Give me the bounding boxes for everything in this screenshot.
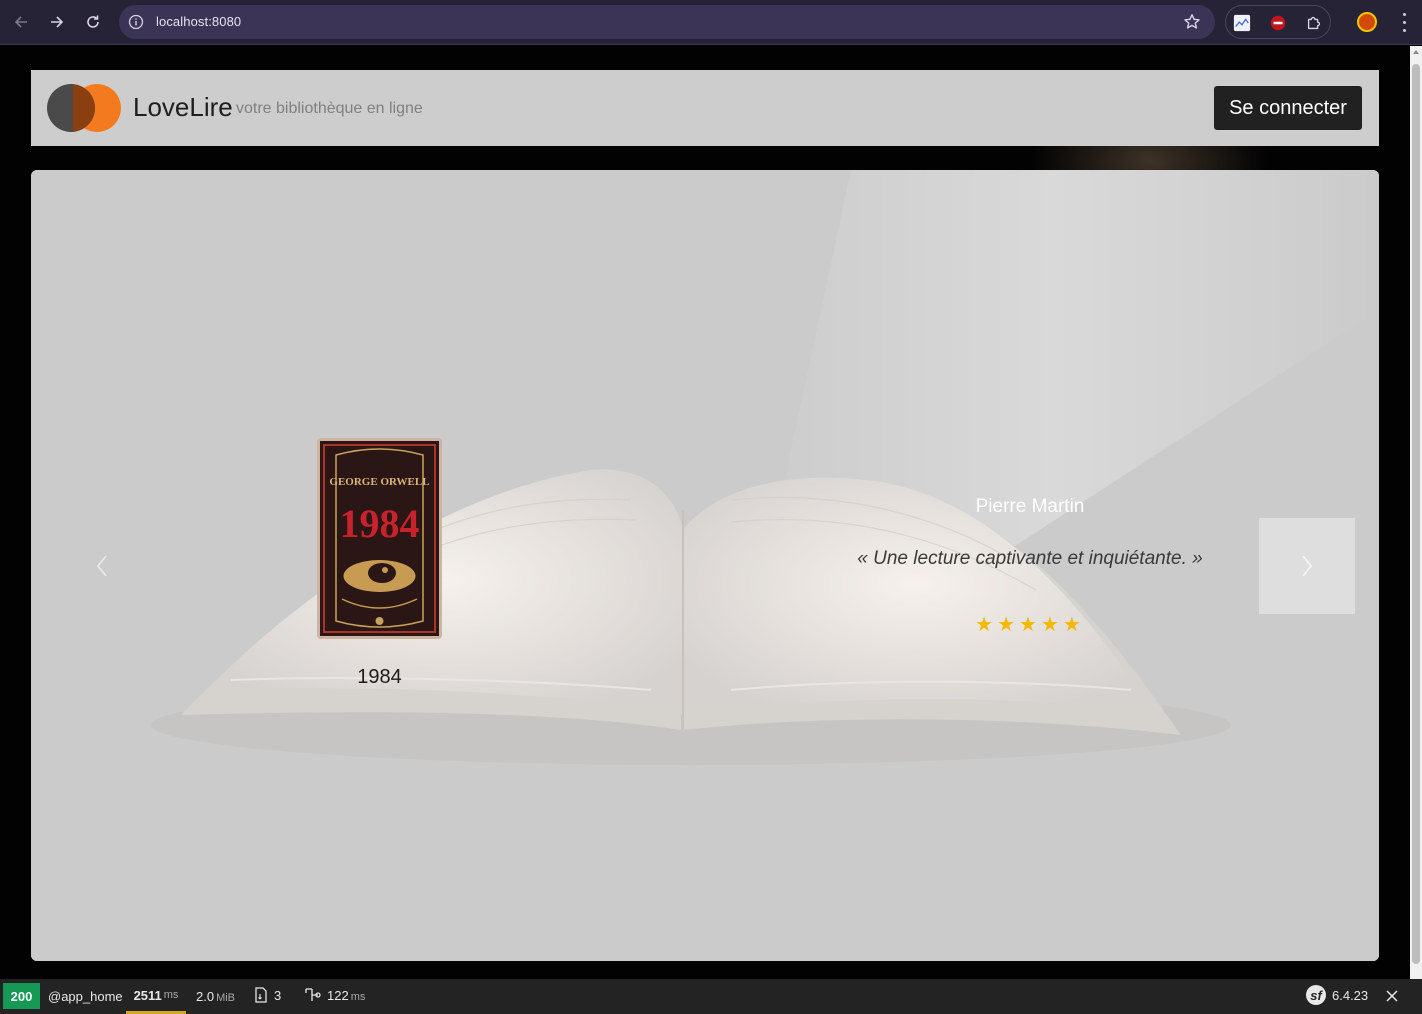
- url-text[interactable]: localhost:8080: [156, 14, 241, 29]
- symfony-debug-toolbar: 200 @app_home 2511 ms 2.0 MiB 3 122 ms sf …: [0, 979, 1422, 1014]
- request-time-unit: ms: [163, 989, 179, 1001]
- scroll-up-arrow-icon[interactable]: [1413, 50, 1419, 54]
- profile-avatar-icon[interactable]: [1357, 12, 1377, 32]
- lovelire-logo[interactable]: [47, 84, 121, 132]
- back-button[interactable]: [7, 8, 35, 36]
- puzzle-extensions-icon[interactable]: [1304, 13, 1324, 33]
- book-title[interactable]: 1984: [317, 666, 442, 689]
- reload-icon: [87, 15, 99, 28]
- scrollbar-thumb[interactable]: [1412, 64, 1420, 964]
- files-panel[interactable]: 3: [254, 987, 281, 1003]
- request-time-value: 2511: [133, 987, 162, 1003]
- site-header: LoveLire votre bibliothèque en ligne Se …: [31, 70, 1379, 146]
- ajax-value: 122: [327, 987, 349, 1003]
- symfony-version: 6.4.23: [1332, 987, 1369, 1003]
- book-cover-image: GEORGE ORWELL 1984: [320, 441, 439, 636]
- http-status-badge[interactable]: 200: [3, 983, 40, 1009]
- memory-unit: MiB: [216, 992, 236, 1004]
- adblock-extension-icon[interactable]: [1268, 13, 1288, 33]
- files-count: 3: [274, 987, 282, 1003]
- bookmark-star-icon[interactable]: [1183, 13, 1201, 31]
- forward-arrow-icon: [51, 16, 64, 28]
- close-icon[interactable]: [1384, 988, 1400, 1004]
- browser-chrome: localhost:8080: [0, 0, 1422, 45]
- chevron-right-icon: [1302, 555, 1313, 577]
- network-tree-icon: [305, 988, 321, 1001]
- chevron-left-icon: [96, 555, 107, 577]
- login-button[interactable]: Se connecter: [1214, 86, 1362, 130]
- cover-title: 1984: [340, 501, 420, 546]
- address-bar[interactable]: localhost:8080: [119, 5, 1215, 39]
- ajax-panel[interactable]: 122 ms: [303, 987, 365, 1003]
- review-quote: « Une lecture captivante et inquiétante.…: [857, 548, 1203, 569]
- carousel-prev-button[interactable]: [54, 518, 150, 614]
- request-time-panel[interactable]: 2511 ms: [126, 979, 186, 1014]
- memory-panel[interactable]: 2.0 MiB: [196, 989, 235, 1004]
- back-arrow-icon: [14, 16, 27, 28]
- reviewer-name: Pierre Martin: [975, 496, 1085, 517]
- ajax-unit: ms: [350, 990, 366, 1003]
- symfony-version-panel[interactable]: sf 6.4.23: [1306, 985, 1368, 1005]
- page-scrollbar[interactable]: [1410, 46, 1422, 979]
- brand-tagline: votre bibliothèque en ligne: [236, 100, 423, 117]
- route-name[interactable]: @app_home: [48, 989, 123, 1004]
- cover-author: GEORGE ORWELL: [329, 476, 429, 488]
- forward-button[interactable]: [43, 8, 71, 36]
- book-cover[interactable]: GEORGE ORWELL 1984: [317, 438, 442, 639]
- site-info-icon[interactable]: [128, 14, 144, 30]
- reload-button[interactable]: [79, 8, 107, 36]
- hero-carousel: GEORGE ORWELL 1984 1984 Pierre Martin « …: [31, 170, 1379, 961]
- brand-name[interactable]: LoveLire: [133, 92, 233, 123]
- page-viewport: LoveLire votre bibliothèque en ligne Se …: [0, 46, 1410, 979]
- symfony-logo-icon: sf: [1306, 985, 1326, 1005]
- memory-value: 2.0: [196, 989, 215, 1004]
- kebab-menu-icon[interactable]: [1397, 10, 1411, 34]
- carousel-next-button[interactable]: [1259, 518, 1355, 614]
- extension-icon[interactable]: [1232, 13, 1252, 33]
- file-icon: [255, 987, 267, 1003]
- rating-stars: ★★★★★: [975, 614, 1085, 636]
- extensions-group: [1225, 5, 1331, 39]
